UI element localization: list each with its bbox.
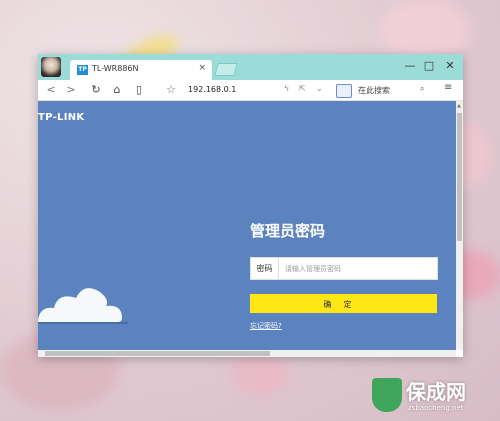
new-tab-button[interactable] [214, 63, 238, 76]
refresh-icon[interactable]: ↻ [89, 83, 103, 97]
router-login-page: TP-LINK 管理员密码 密码 确定 忘记密码? [38, 101, 456, 350]
password-label: 密码 [251, 258, 279, 279]
close-window-icon[interactable]: ✕ [443, 59, 457, 72]
favorite-star-icon[interactable]: ☆ [164, 83, 178, 97]
tab-title: TL-WR886N [92, 64, 139, 73]
forgot-password-link[interactable]: 忘记密码? [250, 321, 282, 331]
reader-icon[interactable]: ▯ [132, 83, 146, 97]
tab-close-icon[interactable]: × [198, 63, 206, 73]
watermark-title: 保成网 [406, 380, 466, 404]
shield-logo-icon [372, 378, 402, 412]
horizontal-scroll-thumb[interactable] [45, 351, 270, 356]
watermark-subtitle: zsbaocheng.net [408, 404, 464, 412]
menu-icon[interactable]: ≡ [444, 82, 452, 93]
title-bar: TP TL-WR886N × — □ ✕ [38, 54, 463, 80]
home-icon[interactable]: ⌂ [110, 83, 124, 97]
navigation-bar: < > ↻ ⌂ ▯ ☆ 192.168.0.1 ϟ ⇱ ⌄ 在此搜索 ⌕ ≡ [38, 80, 463, 101]
lightning-icon[interactable]: ϟ [284, 84, 289, 93]
scroll-up-icon[interactable]: ▲ [457, 103, 461, 109]
chevron-down-icon[interactable]: ⌄ [316, 84, 323, 93]
password-field: 密码 [250, 257, 441, 280]
password-input[interactable] [281, 258, 441, 279]
address-bar[interactable]: 192.168.0.1 [188, 85, 236, 94]
login-title: 管理员密码 [250, 222, 326, 240]
browser-tab[interactable]: TP TL-WR886N × [70, 60, 212, 80]
user-avatar[interactable] [41, 57, 61, 77]
search-engine-icon[interactable] [336, 84, 352, 98]
back-icon[interactable]: < [44, 83, 58, 97]
search-input[interactable]: 在此搜索 [358, 85, 390, 96]
vertical-scroll-thumb[interactable] [457, 113, 462, 241]
share-icon[interactable]: ⇱ [299, 84, 306, 93]
forward-icon[interactable]: > [64, 83, 78, 97]
vertical-scrollbar[interactable]: ▲ [456, 101, 463, 350]
search-icon[interactable]: ⌕ [420, 84, 424, 94]
browser-window: TP TL-WR886N × — □ ✕ < > ↻ ⌂ ▯ ☆ 192.168… [38, 54, 463, 357]
horizontal-scrollbar[interactable] [38, 350, 456, 357]
site-watermark: 保成网 zsbaocheng.net [372, 375, 492, 415]
confirm-button[interactable]: 确定 [250, 294, 437, 313]
tplink-logo: TP-LINK [38, 112, 85, 123]
minimize-icon[interactable]: — [403, 59, 417, 72]
tplink-favicon-icon: TP [77, 65, 88, 75]
cloud-illustration [38, 288, 128, 324]
maximize-icon[interactable]: □ [422, 59, 436, 72]
